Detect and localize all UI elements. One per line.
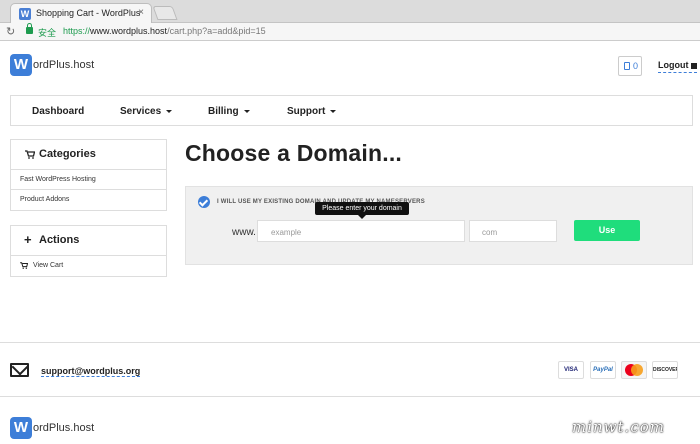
shopping-cart-icon — [20, 262, 29, 271]
url-path: /cart.php?a=add&pid=15 — [167, 26, 266, 36]
categories-header: Categories — [11, 140, 166, 170]
site-logo[interactable]: W ordPlus.host — [10, 54, 94, 76]
actions-panel: + Actions View Cart — [10, 225, 167, 277]
support-email-link[interactable]: support@wordplus.org — [41, 366, 141, 377]
sign-out-icon — [690, 62, 697, 69]
shopping-cart-icon — [25, 150, 36, 162]
browser-tab-bar: W Shopping Cart - WordPlus × — [0, 0, 700, 23]
categories-title: Categories — [39, 148, 96, 160]
main-navigation: Dashboard Services Billing Support — [10, 95, 693, 126]
cart-count: 0 — [633, 61, 639, 71]
url-protocol: https:// — [63, 26, 91, 36]
category-item[interactable]: Fast WordPress Hosting — [11, 170, 166, 190]
domain-tld-input[interactable]: com — [469, 220, 557, 242]
site-favicon-icon: W — [19, 8, 31, 20]
mastercard-icon — [621, 361, 647, 379]
domain-option-box: I WILL USE MY EXISTING DOMAIN AND UPDATE… — [185, 186, 693, 265]
domain-tooltip: Please enter your domain — [315, 202, 409, 219]
footer-divider — [0, 396, 700, 397]
new-tab-button[interactable] — [152, 6, 178, 20]
nav-billing[interactable]: Billing — [208, 106, 250, 117]
nav-support[interactable]: Support — [287, 106, 337, 117]
footer-logo-text: ordPlus.host — [33, 422, 95, 434]
discover-icon: DISCOVER — [652, 361, 678, 379]
actions-title: Actions — [39, 234, 80, 246]
nav-dashboard[interactable]: Dashboard — [32, 106, 84, 117]
page-title: Choose a Domain... — [185, 140, 403, 166]
chevron-down-icon — [243, 109, 250, 113]
categories-panel: Categories Fast WordPress Hosting Produc… — [10, 139, 167, 211]
logo-mark-icon: W — [10, 54, 32, 76]
browser-tab[interactable]: W Shopping Cart - WordPlus × — [10, 3, 152, 23]
reload-icon[interactable]: ↻ — [6, 25, 15, 38]
watermark: minwt.com — [572, 418, 665, 436]
check-circle-icon[interactable] — [198, 196, 210, 208]
nav-services[interactable]: Services — [120, 106, 173, 117]
domain-name-input[interactable]: example — [257, 220, 465, 242]
nav-services-label: Services — [120, 106, 162, 117]
shopping-bag-icon — [624, 62, 630, 70]
logout-label: Logout — [658, 60, 689, 70]
address-bar[interactable]: ↻ 安全 https://www.wordplus.host/cart.php?… — [0, 23, 700, 41]
paypal-icon: PayPal — [590, 361, 616, 379]
envelope-icon — [10, 363, 29, 377]
logout-link[interactable]: Logout — [658, 60, 697, 73]
logo-text: ordPlus.host — [33, 59, 95, 71]
lock-icon — [26, 23, 33, 34]
visa-icon: VISA — [558, 361, 584, 379]
chevron-down-icon — [330, 109, 337, 113]
view-cart-label: View Cart — [33, 262, 64, 269]
cart-button[interactable]: 0 — [618, 56, 642, 76]
url-text[interactable]: https://www.wordplus.host/cart.php?a=add… — [63, 26, 266, 36]
nav-billing-label: Billing — [208, 106, 239, 117]
actions-header: + Actions — [11, 226, 166, 256]
footer-logo[interactable]: W ordPlus.host — [10, 417, 94, 439]
logo-mark-icon: W — [10, 417, 32, 439]
secure-label: 安全 — [38, 28, 57, 38]
footer-divider — [0, 342, 700, 343]
plus-icon: + — [24, 232, 32, 247]
view-cart-link[interactable]: View Cart — [11, 256, 166, 276]
close-tab-icon[interactable]: × — [138, 7, 144, 18]
tab-title: Shopping Cart - WordPlus — [36, 8, 141, 18]
category-item[interactable]: Product Addons — [11, 190, 166, 210]
nav-support-label: Support — [287, 106, 326, 117]
url-host: www.wordplus.host — [90, 26, 168, 36]
nav-dashboard-label: Dashboard — [32, 106, 85, 117]
chevron-down-icon — [166, 109, 173, 113]
www-label: www. — [232, 227, 256, 238]
use-domain-button[interactable]: Use — [574, 220, 640, 241]
